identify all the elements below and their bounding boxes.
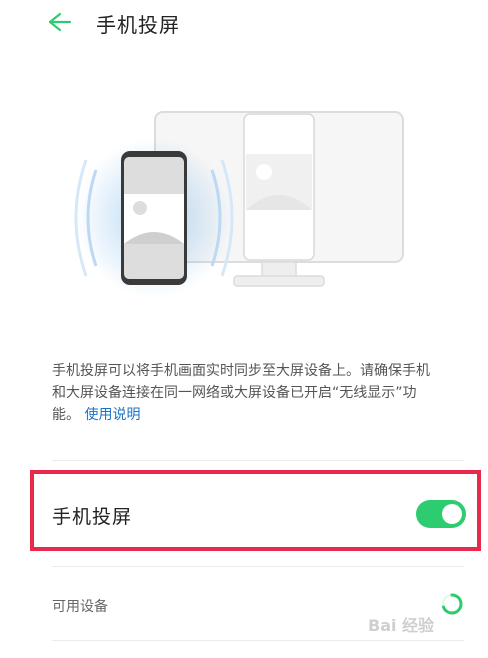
loading-spinner-icon xyxy=(441,593,463,615)
screen-cast-illustration xyxy=(74,111,404,298)
back-arrow-icon[interactable] xyxy=(44,9,74,35)
cast-toggle[interactable] xyxy=(416,500,466,528)
divider xyxy=(52,640,464,641)
available-devices-label: 可用设备 xyxy=(52,599,108,615)
divider xyxy=(52,460,464,461)
phone-icon xyxy=(121,151,187,285)
description: 手机投屏可以将手机画面实时同步至大屏设备上。请确保手机和大屏设备连接在同一网络或… xyxy=(52,360,432,426)
header: 手机投屏 xyxy=(0,0,488,48)
cast-setting-label: 手机投屏 xyxy=(52,506,133,528)
page-title: 手机投屏 xyxy=(96,13,180,37)
toggle-knob xyxy=(442,504,462,524)
help-link[interactable]: 使用说明 xyxy=(84,407,140,423)
divider xyxy=(52,566,464,567)
baidu-watermark: Bai 经验 xyxy=(368,616,435,635)
